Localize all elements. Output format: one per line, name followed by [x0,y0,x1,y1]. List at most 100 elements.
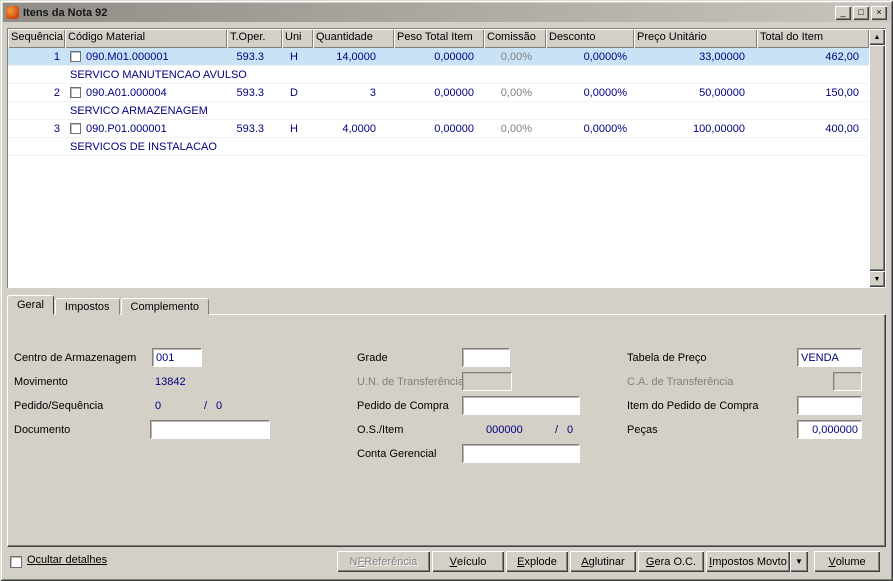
itens-da-nota-window: Itens da Nota 92 _ □ × Sequência Código … [0,0,893,581]
cell-codigo-material: 090.M01.000001 [65,51,227,63]
vertical-scrollbar[interactable]: ▲ ▼ [869,29,885,287]
table-row[interactable]: 3 090.P01.000001 593.3 H 4,0000 0,00000 … [8,120,869,138]
items-grid: Sequência Código Material T.Oper. Uni Qu… [7,28,886,288]
cell-sequencia: 3 [53,122,60,135]
material-description: SERVICO ARMAZENAGEM [70,104,208,117]
cell-preco-unitario: 100,00000 [693,122,745,135]
cell-codigo-material: 090.P01.000001 [65,123,227,135]
grid-header-row: Sequência Código Material T.Oper. Uni Qu… [8,29,869,48]
cell-sequencia: 2 [53,86,60,99]
column-header-uni[interactable]: Uni [282,29,313,48]
material-code: 090.A01.000004 [86,86,167,99]
gera-oc-button[interactable]: Gera O.C. [638,551,704,572]
column-header-preco-unitario[interactable]: Preço Unitário [634,29,757,48]
explode-button[interactable]: Explode [506,551,568,572]
os-item-value: 0 [567,424,574,436]
cell-comissao: 0,00% [500,122,532,135]
items-grid-body: Sequência Código Material T.Oper. Uni Qu… [8,29,869,287]
cell-desconto: 0,0000% [583,86,627,99]
cell-desconto: 0,0000% [583,122,627,135]
os-item-label: O.S./Item [357,424,404,436]
veiculo-button[interactable]: Veículo [432,551,504,572]
cell-comissao: 0,00% [500,50,532,63]
pedido-compra-field[interactable] [462,396,580,415]
tab-geral[interactable]: Geral [7,295,54,315]
material-code: 090.P01.000001 [86,122,167,135]
cell-uni: H [290,122,298,135]
cell-uni: H [290,50,298,63]
cell-peso: 0,00000 [434,122,474,135]
titlebar[interactable]: Itens da Nota 92 _ □ × [3,3,890,22]
cell-peso: 0,00000 [434,86,474,99]
column-header-peso-total-item[interactable]: Peso Total Item [394,29,484,48]
pecas-label: Peças [627,424,658,436]
table-row-description[interactable]: SERVICO MANUTENCAO AVULSO [8,66,869,84]
cell-total-item: 150,00 [825,86,859,99]
cell-uni: D [290,86,298,99]
column-header-comissao[interactable]: Comissão [484,29,546,48]
column-header-toper[interactable]: T.Oper. [227,29,282,48]
cell-desconto: 0,0000% [583,50,627,63]
table-row-description[interactable]: SERVICOS DE INSTALACAO [8,138,869,156]
cell-quantidade: 14,0000 [336,50,376,63]
movimento-label: Movimento [14,376,68,388]
grade-label: Grade [357,352,388,364]
pecas-field[interactable] [797,420,862,439]
column-header-desconto[interactable]: Desconto [546,29,634,48]
ocultar-detalhes-label[interactable]: Ocultar detalhes [27,554,107,566]
table-row[interactable]: 1 090.M01.000001 593.3 H 14,0000 0,00000… [8,48,869,66]
column-header-codigo-material[interactable]: Código Material [65,29,227,48]
pedido-sequencia-separator: / [204,400,208,412]
material-description: SERVICOS DE INSTALACAO [70,140,217,153]
tabela-preco-field[interactable] [797,348,862,367]
un-transferencia-label: U.N. de Transferência [357,376,464,388]
row-checkbox[interactable] [70,87,81,98]
window-title: Itens da Nota 92 [23,6,108,19]
row-checkbox[interactable] [70,51,81,62]
aglutinar-button[interactable]: Aglutinar [570,551,636,572]
cell-total-item: 462,00 [825,50,859,63]
minimize-button[interactable]: _ [835,5,851,20]
row-checkbox[interactable] [70,123,81,134]
item-pedido-compra-label: Item do Pedido de Compra [627,400,759,412]
geral-tab-panel [7,314,886,547]
cell-quantidade: 4,0000 [342,122,376,135]
impostos-movto-button[interactable]: Impostos Movto [706,551,790,572]
conta-gerencial-field[interactable] [462,444,580,463]
cell-codigo-material: 090.A01.000004 [65,87,227,99]
item-pedido-compra-field[interactable] [797,396,862,415]
un-transferencia-field [462,372,512,391]
os-value: 000000 [486,424,523,436]
cell-total-item: 400,00 [825,122,859,135]
column-header-sequencia[interactable]: Sequência [8,29,65,48]
cell-peso: 0,00000 [434,50,474,63]
volume-button[interactable]: Volume [814,551,880,572]
column-header-quantidade[interactable]: Quantidade [313,29,394,48]
table-row-description[interactable]: SERVICO ARMAZENAGEM [8,102,869,120]
ocultar-detalhes-checkbox[interactable] [10,556,22,568]
documento-field[interactable] [150,420,270,439]
pedido-compra-label: Pedido de Compra [357,400,449,412]
scroll-up-icon[interactable]: ▲ [869,29,885,45]
column-header-total-do-item[interactable]: Total do Item [757,29,869,48]
tab-complemento[interactable]: Complemento [120,298,210,315]
cell-toper: 593.3 [236,86,264,99]
scroll-down-icon[interactable]: ▼ [869,271,885,287]
scrollbar-thumb[interactable] [869,45,885,271]
pedido-sequencia-label: Pedido/Sequência [14,400,104,412]
movimento-value: 13842 [155,376,186,388]
close-button[interactable]: × [871,5,887,20]
documento-label: Documento [14,424,71,436]
cell-toper: 593.3 [236,50,264,63]
cell-comissao: 0,00% [500,86,532,99]
os-item-separator: / [555,424,559,436]
grade-field[interactable] [462,348,510,367]
maximize-button[interactable]: □ [853,5,869,20]
impostos-movto-dropdown-icon[interactable]: ▼ [790,551,808,572]
ca-transferencia-field [833,372,862,391]
cell-preco-unitario: 33,00000 [699,50,745,63]
tab-impostos[interactable]: Impostos [54,298,120,315]
cell-quantidade: 3 [369,86,376,99]
centro-armazenagem-field[interactable] [152,348,202,367]
table-row[interactable]: 2 090.A01.000004 593.3 D 3 0,00000 0,00%… [8,84,869,102]
